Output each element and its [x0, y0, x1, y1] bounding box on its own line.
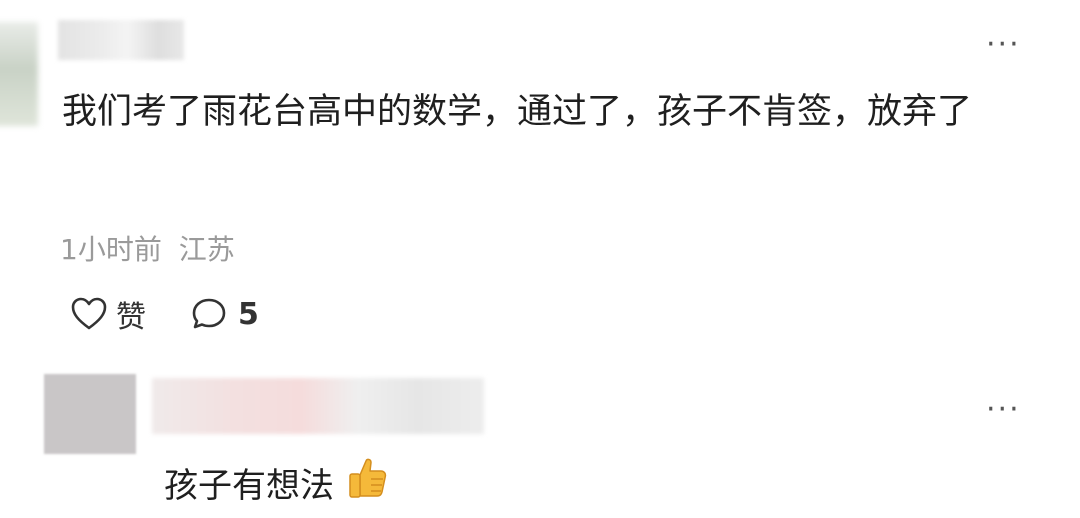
replier-username[interactable]: [152, 378, 484, 434]
heart-outline-icon: [70, 296, 108, 332]
comment-location: 江苏: [178, 233, 235, 266]
reply-row: 孩子有想法: [164, 455, 390, 510]
reply-button[interactable]: 5: [190, 296, 259, 332]
comment-more-icon[interactable]: ···: [986, 30, 1021, 60]
reply-count: 5: [238, 296, 259, 332]
replier-avatar[interactable]: [44, 374, 136, 454]
reply-more-icon[interactable]: ···: [986, 395, 1021, 425]
comment-text: 我们考了雨花台高中的数学，通过了，孩子不肯签，放弃了: [62, 92, 973, 132]
like-label: 赞: [116, 300, 146, 335]
comment-actions: 赞 5: [70, 292, 259, 336]
comment-meta: 1小时前 江苏: [60, 228, 235, 268]
thumbs-up-emoji: [344, 455, 390, 510]
like-button[interactable]: 赞: [70, 292, 146, 336]
comment-bubble-icon: [190, 296, 228, 332]
reply-text: 孩子有想法: [164, 466, 334, 506]
commenter-username[interactable]: [58, 20, 184, 60]
commenter-avatar[interactable]: [0, 22, 38, 126]
comment-time: 1小时前: [60, 233, 162, 266]
